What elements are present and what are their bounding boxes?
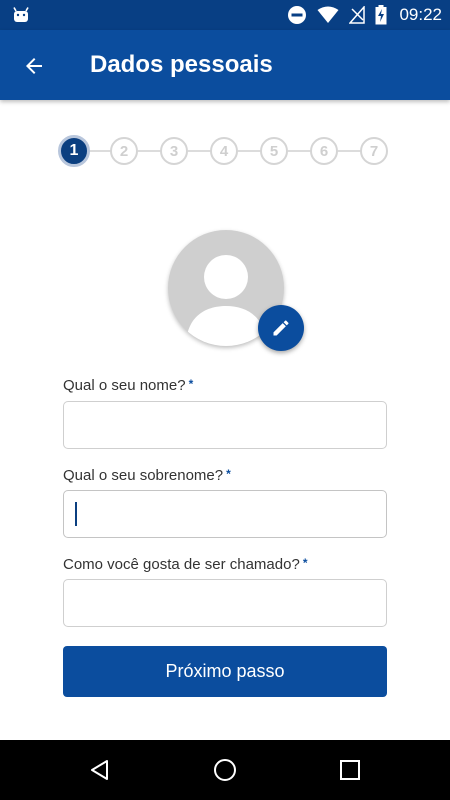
step-connector — [188, 150, 212, 152]
first-name-label: Qual o seu nome? * — [63, 377, 193, 394]
step-connector — [238, 150, 262, 152]
nickname-label: Como você gosta de ser chamado? * — [63, 556, 307, 573]
step-2: 2 — [110, 137, 138, 165]
required-mark: * — [226, 467, 231, 481]
last-name-input[interactable] — [63, 490, 387, 538]
step-5: 5 — [260, 137, 288, 165]
step-4: 4 — [210, 137, 238, 165]
nickname-label-text: Como você gosta de ser chamado? — [63, 556, 300, 573]
last-name-label: Qual o seu sobrenome? * — [63, 467, 231, 484]
nav-home-button[interactable] — [207, 752, 243, 788]
arrow-back-icon — [26, 58, 42, 74]
step-connector — [288, 150, 312, 152]
do-not-disturb-icon — [288, 6, 307, 24]
no-signal-icon — [349, 6, 366, 24]
system-nav-bar — [0, 740, 450, 800]
text-cursor — [75, 502, 77, 526]
recents-square-icon — [340, 760, 360, 780]
last-name-label-text: Qual o seu sobrenome? — [63, 467, 224, 484]
back-button[interactable] — [18, 50, 50, 82]
required-mark: * — [302, 556, 308, 570]
wifi-icon — [317, 6, 339, 23]
step-3: 3 — [160, 137, 188, 165]
battery-charging-icon — [375, 5, 387, 25]
status-icons: 09:22 — [287, 0, 442, 30]
step-connector — [338, 150, 362, 152]
required-mark: * — [188, 377, 194, 391]
android-debug-icon — [13, 7, 29, 22]
step-connector — [88, 150, 112, 152]
page-title: Dados pessoais — [90, 51, 273, 78]
nav-recents-button[interactable] — [332, 752, 368, 788]
next-step-button[interactable]: Próximo passo — [63, 646, 387, 697]
status-time: 09:22 — [399, 5, 442, 24]
status-bar: 09:22 — [0, 0, 450, 30]
edit-photo-button[interactable] — [258, 305, 304, 351]
progress-stepper: 1 2 3 4 5 6 7 — [58, 135, 392, 167]
back-triangle-icon — [91, 760, 108, 780]
app-bar: Dados pessoais — [0, 30, 450, 100]
nickname-input[interactable] — [63, 579, 387, 627]
nav-back-button[interactable] — [82, 752, 118, 788]
home-circle-icon — [214, 759, 236, 781]
first-name-label-text: Qual o seu nome? — [63, 377, 186, 394]
pencil-icon — [273, 320, 289, 336]
step-7: 7 — [360, 137, 388, 165]
step-6: 6 — [310, 137, 338, 165]
step-1: 1 — [58, 135, 90, 167]
first-name-input[interactable] — [63, 401, 387, 449]
step-connector — [138, 150, 162, 152]
